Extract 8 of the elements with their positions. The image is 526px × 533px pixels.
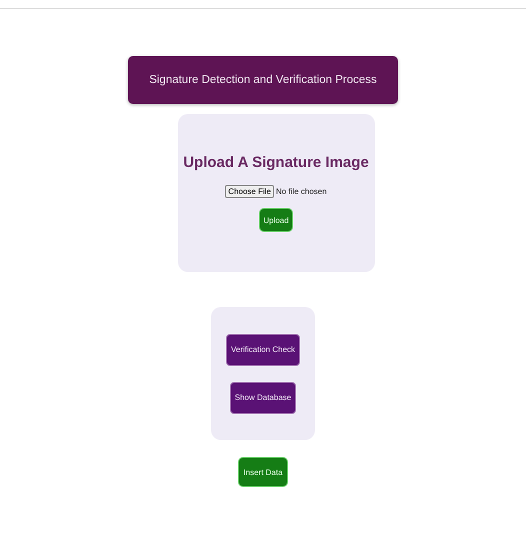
insert-data-button[interactable]: Insert Data — [238, 457, 288, 487]
file-status: No file chosen — [276, 187, 327, 196]
header-banner: Signature Detection and Verification Process — [128, 56, 398, 104]
choose-file-button[interactable]: Choose File — [225, 185, 274, 198]
action-button[interactable]: Verification Check — [226, 334, 300, 366]
upload-button[interactable]: Upload — [259, 208, 293, 232]
action-button[interactable]: Show Database — [230, 382, 296, 414]
upload-heading: Upload A Signature Image — [183, 154, 369, 171]
